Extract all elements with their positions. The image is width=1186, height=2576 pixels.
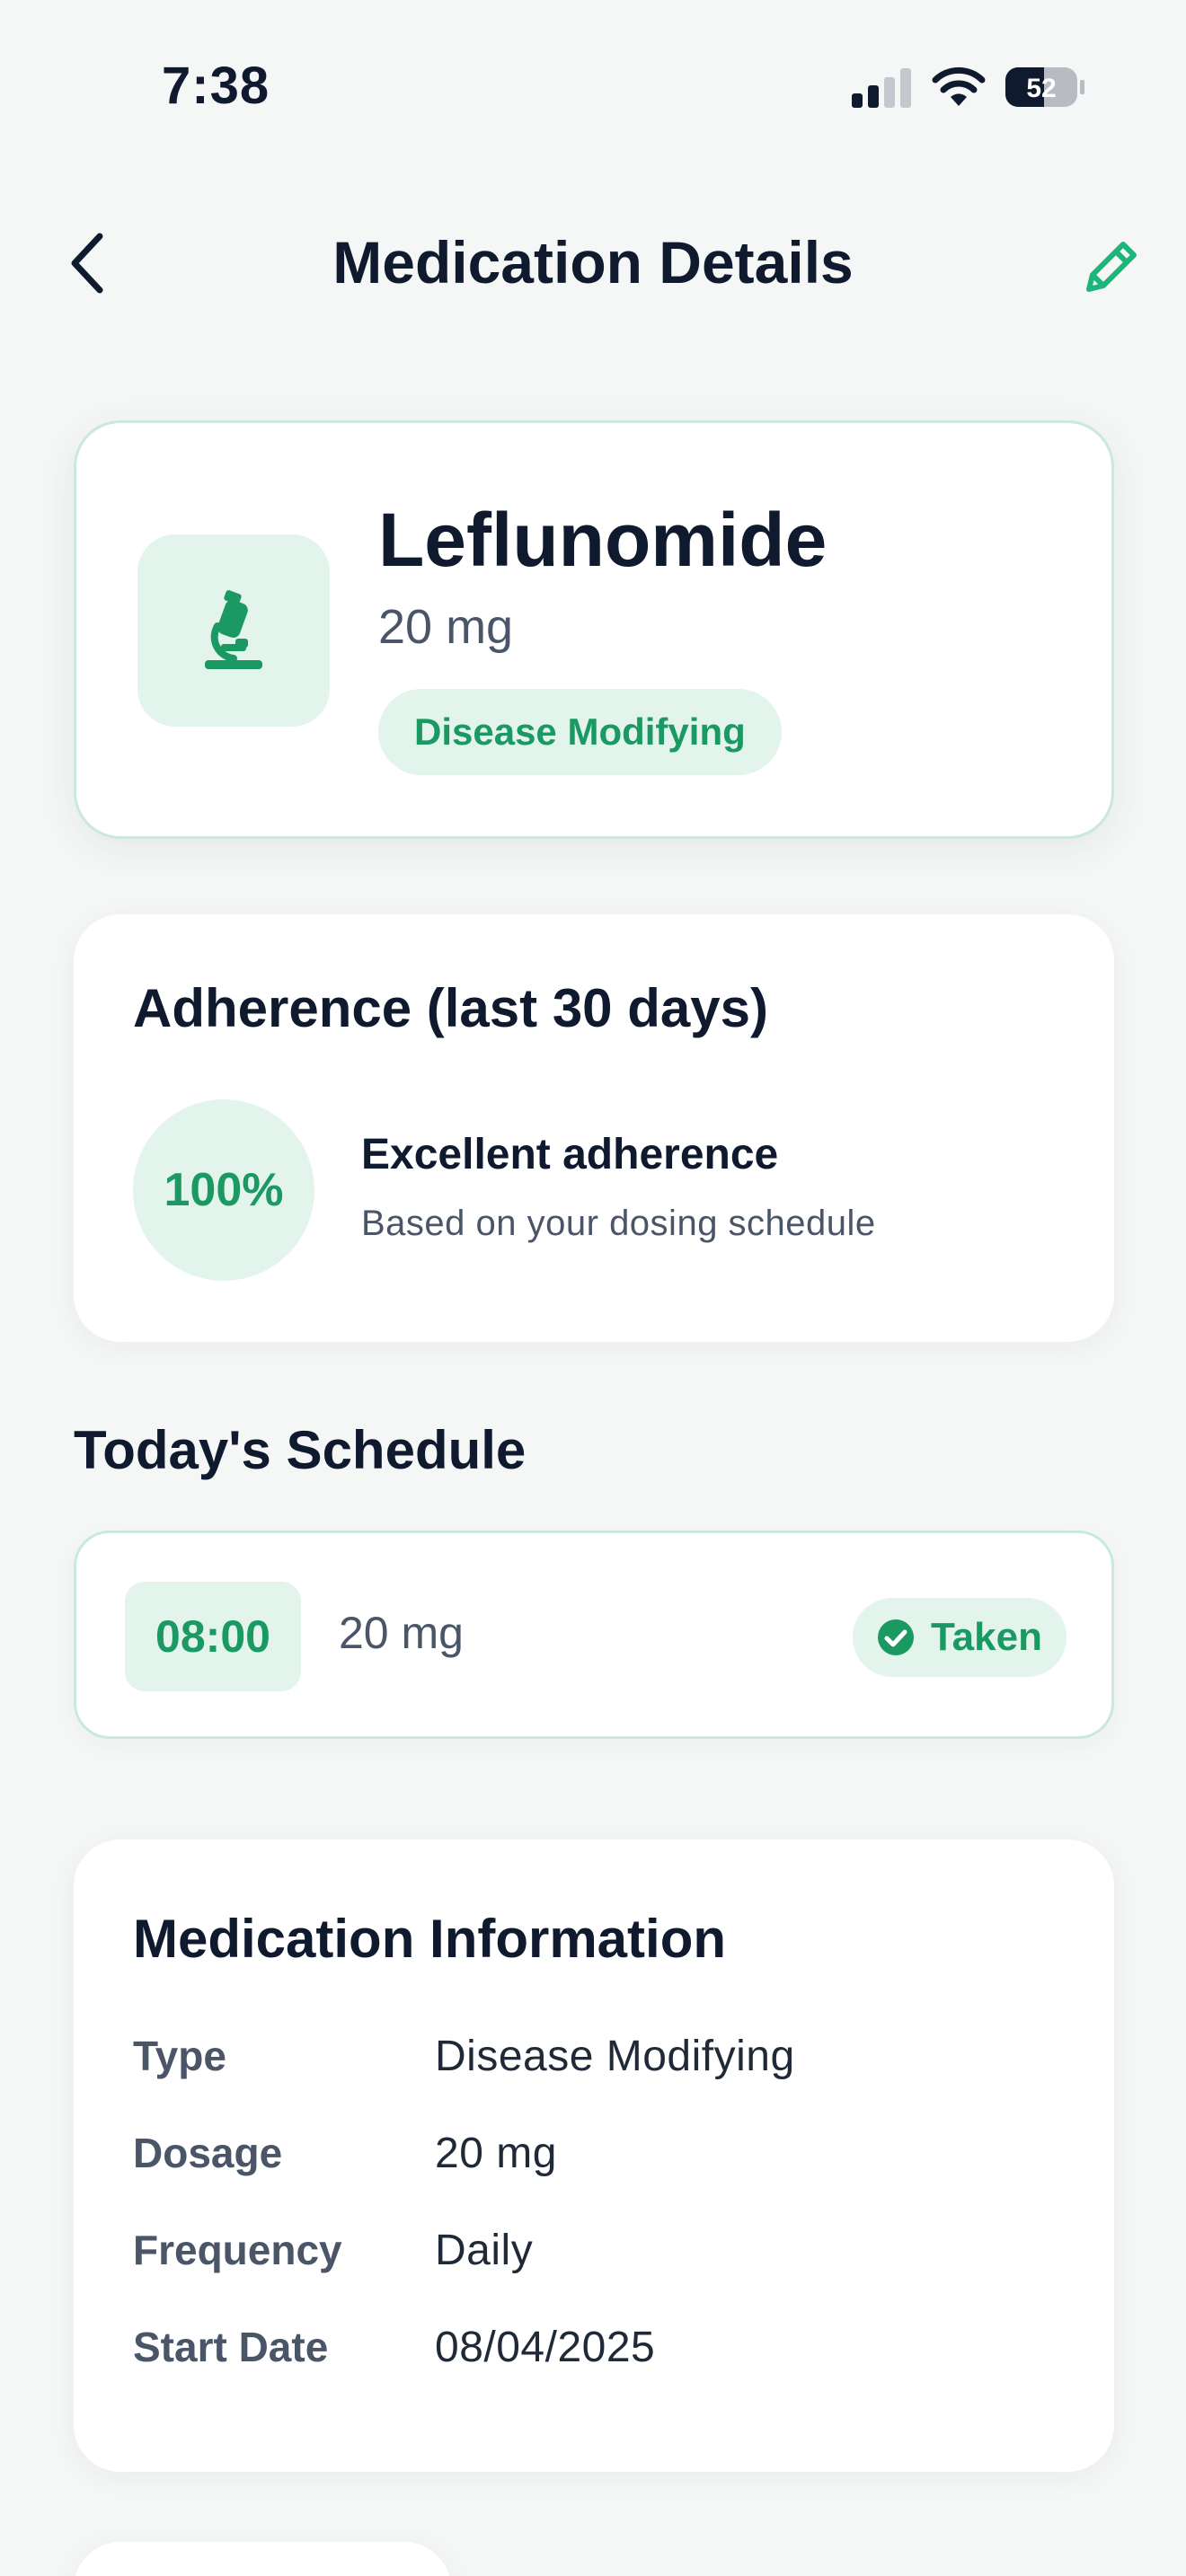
- status-time: 7:38: [162, 57, 270, 115]
- check-circle-icon: [878, 1619, 915, 1655]
- adherence-label: Excellent adherence: [361, 1131, 779, 1178]
- edit-button[interactable]: [1071, 226, 1152, 307]
- header: Medication Details: [0, 207, 1186, 323]
- info-key: Type: [133, 2033, 226, 2079]
- schedule-time-chip: 08:00: [125, 1582, 301, 1691]
- medication-category-badge: Disease Modifying: [378, 689, 782, 775]
- schedule-title: Today's Schedule: [74, 1420, 527, 1480]
- status-bar: 7:38 52: [0, 0, 1186, 171]
- cellular-signal-icon: [852, 68, 911, 108]
- page-title: Medication Details: [332, 229, 854, 296]
- battery-icon: 52: [1005, 67, 1084, 107]
- info-row-dosage: Dosage 20 mg: [133, 2129, 1031, 2201]
- info-key: Start Date: [133, 2324, 329, 2370]
- adherence-percent: 100%: [164, 1164, 284, 1216]
- info-value: 20 mg: [435, 2130, 557, 2177]
- medication-dose: 20 mg: [378, 600, 514, 654]
- info-key: Frequency: [133, 2227, 342, 2273]
- info-value: 08/04/2025: [435, 2324, 656, 2371]
- adherence-title: Adherence (last 30 days): [133, 978, 768, 1038]
- schedule-dose: 20 mg: [339, 1608, 464, 1658]
- schedule-item[interactable]: 08:00 20 mg Taken: [74, 1531, 1114, 1739]
- info-row-type: Type Disease Modifying: [133, 2032, 1031, 2104]
- taken-status-badge[interactable]: Taken: [853, 1598, 1067, 1677]
- pencil-icon: [1086, 242, 1137, 292]
- adherence-percent-circle: 100%: [133, 1099, 314, 1281]
- schedule-time: 08:00: [155, 1611, 270, 1662]
- info-key: Dosage: [133, 2130, 283, 2176]
- next-card-peek: [74, 2542, 451, 2576]
- adherence-card: Adherence (last 30 days) 100% Excellent …: [74, 914, 1114, 1342]
- info-row-start-date: Start Date 08/04/2025: [133, 2323, 1031, 2395]
- information-title: Medication Information: [133, 1909, 726, 1969]
- medication-information-card: Medication Information Type Disease Modi…: [74, 1839, 1114, 2472]
- info-row-frequency: Frequency Daily: [133, 2226, 1031, 2298]
- info-value: Disease Modifying: [435, 2033, 795, 2080]
- taken-status-label: Taken: [931, 1615, 1042, 1659]
- medication-name: Leflunomide: [378, 498, 828, 582]
- medication-icon-container: [137, 534, 330, 727]
- microscope-icon: [205, 590, 262, 669]
- battery-level: 52: [1026, 74, 1056, 103]
- info-value: Daily: [435, 2227, 534, 2274]
- medication-summary-card: Leflunomide 20 mg Disease Modifying: [74, 420, 1114, 839]
- medication-details-screen: 7:38 52 Medication Details Leflunomide 2…: [0, 0, 1186, 2576]
- adherence-subtext: Based on your dosing schedule: [361, 1204, 876, 1243]
- wifi-icon: [932, 66, 986, 106]
